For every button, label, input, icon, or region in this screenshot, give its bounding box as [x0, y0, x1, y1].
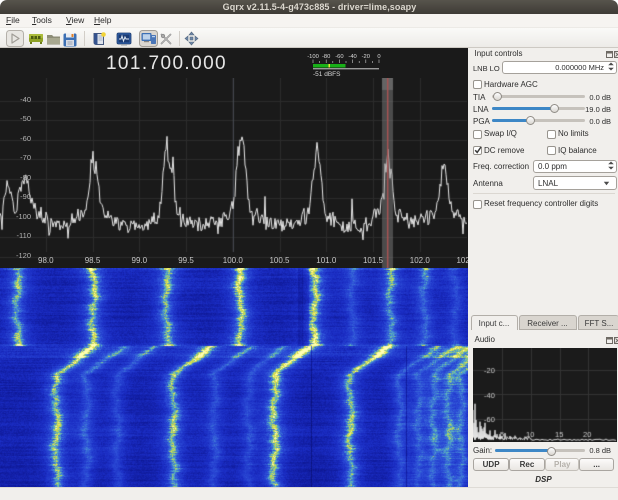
svg-text:-100: -100 — [307, 54, 319, 60]
svg-text:0: 0 — [377, 54, 380, 60]
svg-text:-51 dBFS: -51 dBFS — [313, 71, 341, 78]
svg-text:-80: -80 — [322, 54, 330, 60]
svg-text:-20: -20 — [362, 54, 370, 60]
svg-text:-60: -60 — [335, 54, 343, 60]
svg-text:-40: -40 — [348, 54, 356, 60]
